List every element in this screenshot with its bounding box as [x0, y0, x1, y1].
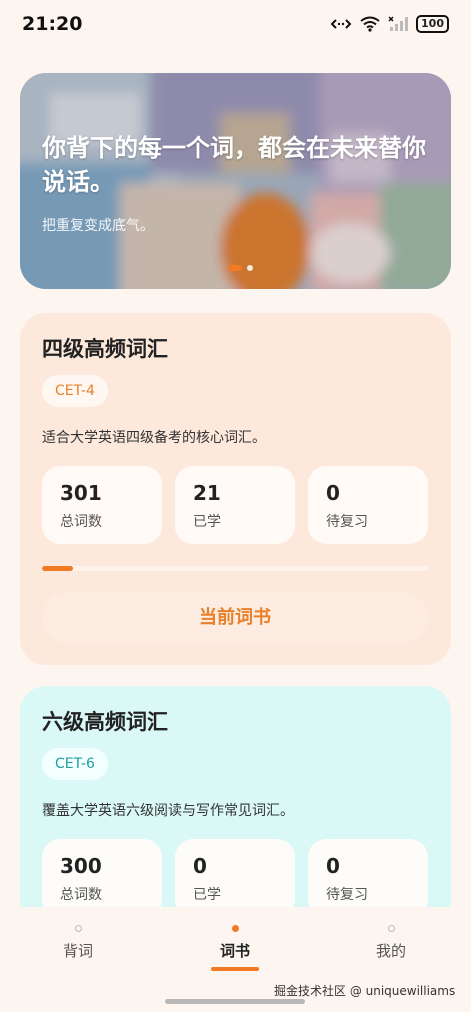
tab-wordbooks[interactable]: 词书	[195, 925, 275, 961]
stat-label: 总词数	[60, 887, 102, 903]
book-stats: 301 总词数 21 已学 0 待复习	[42, 466, 428, 544]
banner-subtitle: 把重复变成底气。	[42, 218, 154, 234]
screen: 21:20 100 你背下的每一个词，都会在未来替你说话。 把重复变成底气。 四…	[0, 0, 471, 1012]
book-card-cet6[interactable]: 六级高频词汇 CET-6 覆盖大学英语六级阅读与写作常见词汇。 300 总词数 …	[20, 686, 451, 926]
status-time: 21:20	[22, 13, 83, 35]
banner-title: 你背下的每一个词，都会在未来替你说话。	[42, 134, 426, 196]
home-indicator[interactable]	[165, 999, 305, 1004]
stat-to-review: 0 待复习	[308, 466, 428, 544]
tab-dot-icon	[74, 925, 82, 932]
book-description: 适合大学英语四级备考的核心词汇。	[42, 430, 266, 446]
data-transfer-icon	[330, 17, 352, 31]
book-title: 六级高频词汇	[42, 710, 168, 734]
tab-dot-icon	[387, 925, 395, 932]
tab-label: 背词	[62, 942, 93, 960]
stat-total-words: 301 总词数	[42, 466, 162, 544]
stat-learned: 21 已学	[175, 466, 295, 544]
book-title: 四级高频词汇	[42, 337, 168, 361]
stat-label: 待复习	[326, 887, 368, 903]
book-progress-bar	[42, 566, 428, 571]
book-stats: 300 总词数 0 已学 0 待复习	[42, 839, 428, 917]
stat-label: 待复习	[326, 514, 368, 530]
tab-dot-icon	[231, 925, 239, 932]
stat-value: 0	[326, 854, 340, 878]
stat-value: 0	[326, 481, 340, 505]
stat-value: 0	[193, 854, 207, 878]
book-progress-fill	[42, 566, 73, 571]
book-card-cet4[interactable]: 四级高频词汇 CET-4 适合大学英语四级备考的核心词汇。 301 总词数 21…	[20, 313, 451, 665]
banner-pagination[interactable]	[228, 265, 253, 271]
book-description: 覆盖大学英语六级阅读与写作常见词汇。	[42, 803, 294, 819]
banner-dot[interactable]	[247, 265, 253, 271]
banner-dot-active[interactable]	[228, 265, 242, 271]
stat-to-review: 0 待复习	[308, 839, 428, 917]
stat-label: 总词数	[60, 514, 102, 530]
stat-learned: 0 已学	[175, 839, 295, 917]
active-tab-indicator	[211, 967, 259, 971]
wifi-icon	[360, 16, 380, 32]
stat-total-words: 300 总词数	[42, 839, 162, 917]
tab-profile[interactable]: 我的	[351, 925, 431, 961]
book-tag: CET-6	[42, 748, 108, 780]
status-bar: 21:20 100	[0, 0, 471, 48]
motivation-banner[interactable]: 你背下的每一个词，都会在未来替你说话。 把重复变成底气。	[20, 73, 451, 289]
stat-value: 300	[60, 854, 102, 878]
current-book-button[interactable]: 当前词书	[42, 593, 428, 643]
stat-label: 已学	[193, 887, 221, 903]
tab-memorize[interactable]: 背词	[38, 925, 118, 961]
watermark: 掘金技术社区 @ uniquewilliams	[274, 984, 456, 998]
tab-label: 词书	[219, 942, 250, 960]
signal-icon	[388, 16, 409, 32]
stat-label: 已学	[193, 514, 221, 530]
book-tag: CET-4	[42, 375, 108, 407]
status-icons: 100	[330, 15, 449, 33]
tab-label: 我的	[375, 942, 406, 960]
battery-icon: 100	[416, 15, 449, 33]
stat-value: 301	[60, 481, 102, 505]
stat-value: 21	[193, 481, 221, 505]
